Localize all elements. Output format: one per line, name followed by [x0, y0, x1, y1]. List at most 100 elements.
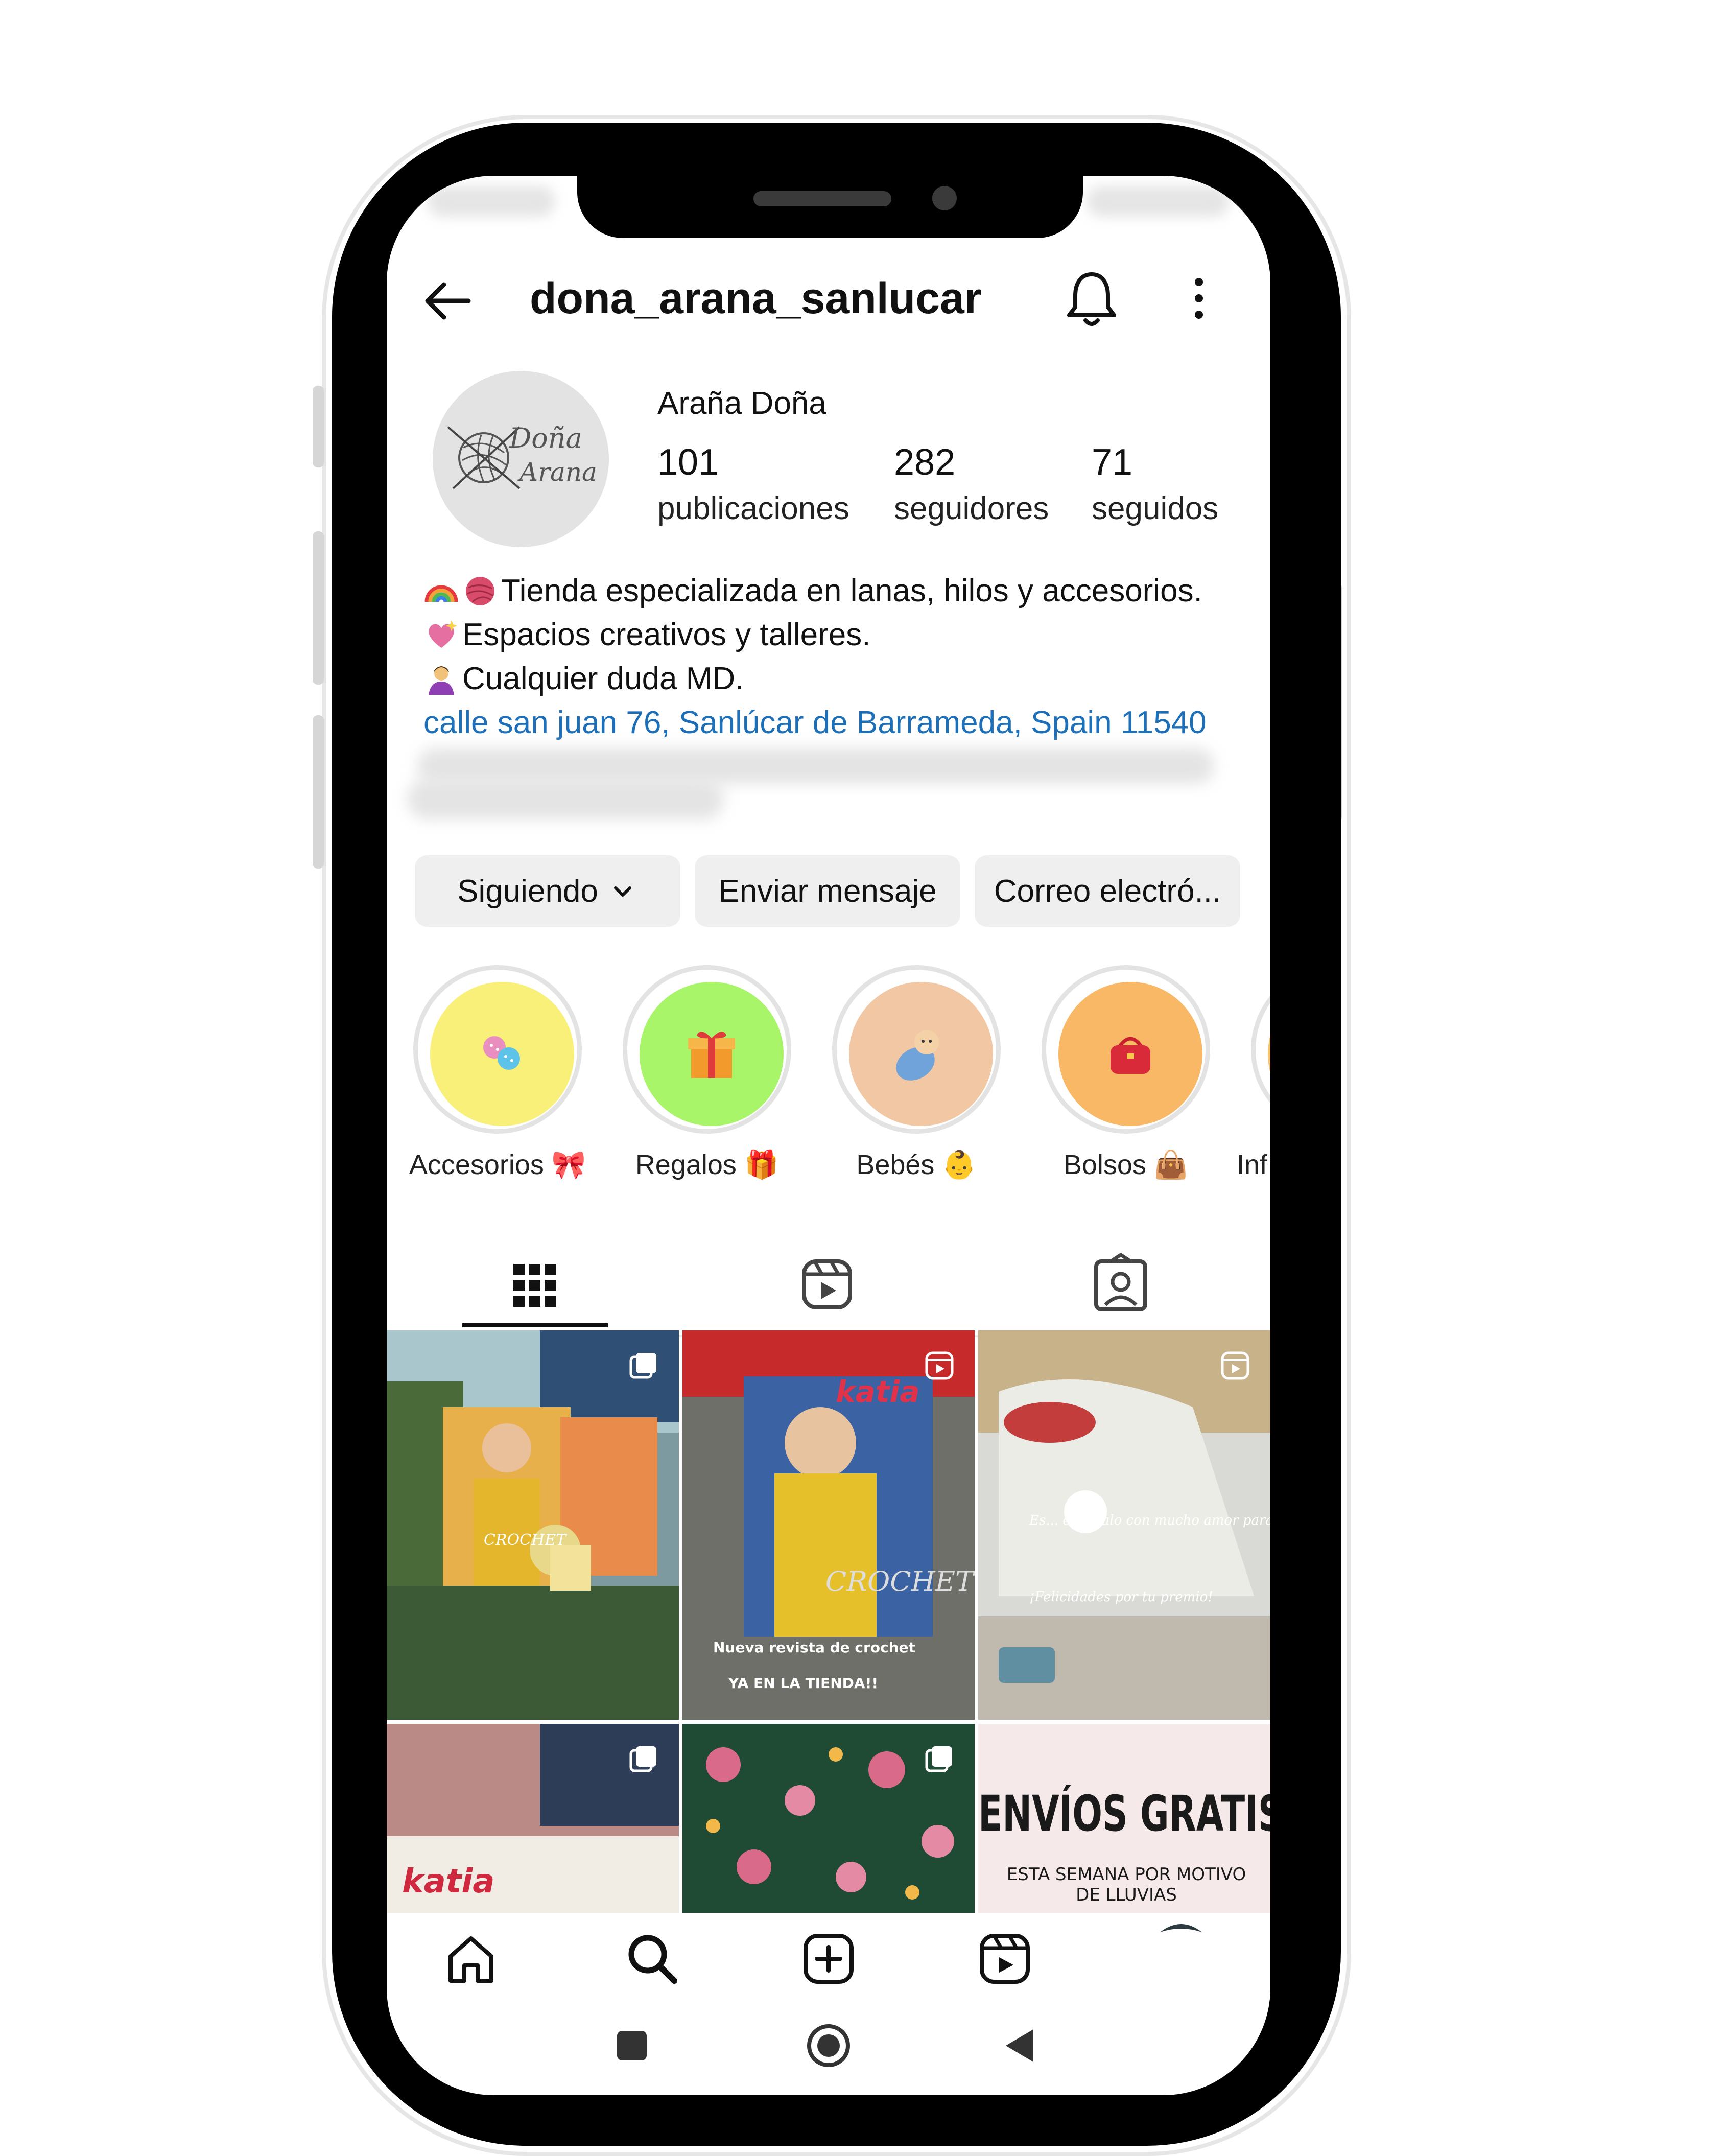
- bell-icon: [1067, 272, 1116, 326]
- username-title: dona_arana_sanlucar: [530, 274, 982, 323]
- highlight-ring: [832, 965, 1001, 1134]
- tab-reels[interactable]: [754, 1233, 900, 1335]
- status-bar-left: [428, 186, 555, 217]
- home-icon[interactable]: [443, 1931, 499, 1987]
- yarn-icon: [466, 577, 494, 605]
- side-button-volume-up: [313, 531, 324, 685]
- post-1-image: CROCHET: [387, 1330, 679, 1720]
- bottom-navigation: [387, 1913, 1270, 2000]
- bio-line-2: Espacios creativos y talleres.: [423, 613, 1251, 657]
- rainbow-icon: [424, 585, 458, 602]
- stat-following-label: seguidos: [1092, 491, 1219, 526]
- reel-icon: [925, 1351, 954, 1380]
- speaker: [753, 191, 891, 206]
- avatar-text-1: Doña: [509, 422, 582, 454]
- chevron-down-icon: [613, 886, 631, 897]
- bio: Tienda especializada en lanas, hilos y a…: [423, 569, 1251, 745]
- back-arrow-icon: [425, 282, 471, 320]
- system-navigation-bar: [387, 2010, 1270, 2081]
- phone-screen: dona_arana_sanlucar Doña Arana Araña Doñ…: [387, 176, 1270, 2095]
- profile-avatar-icon[interactable]: [1153, 1918, 1209, 1974]
- back-triangle-icon[interactable]: [1000, 2025, 1041, 2066]
- create-post-icon[interactable]: [800, 1931, 857, 1987]
- post-3-text-1: Es... el regalo con mucho amor para Mari…: [1029, 1513, 1270, 1528]
- post-2-brand: katia: [836, 1374, 919, 1409]
- highlight-label: Accesorios 🎀: [409, 1150, 586, 1180]
- post-6-text-1: ENVÍOS GRATIS: [978, 1785, 1270, 1842]
- bio-text-3: Cualquier duda MD.: [462, 661, 744, 696]
- highlight-ring: [1251, 965, 1270, 1134]
- post-4[interactable]: katia: [387, 1724, 679, 1913]
- following-button-label: Siguiendo: [457, 873, 598, 909]
- more-options-button[interactable]: [1184, 268, 1214, 329]
- profile-tabs: [387, 1233, 1270, 1337]
- highlight-cover: [430, 982, 574, 1126]
- handbag-icon: [1111, 1037, 1150, 1074]
- stat-posts-value: 101: [657, 442, 719, 483]
- bio-text-2: Espacios creativos y talleres.: [462, 617, 871, 652]
- highlight-label: Bolsos 👜: [1063, 1150, 1189, 1180]
- carousel-icon: [629, 1353, 656, 1379]
- search-icon[interactable]: [624, 1931, 680, 1987]
- back-button[interactable]: [417, 270, 479, 332]
- reel-icon: [1221, 1351, 1249, 1380]
- post-1[interactable]: CROCHET: [387, 1330, 679, 1720]
- tab-tagged[interactable]: [1048, 1233, 1194, 1335]
- grid-icon: [513, 1264, 556, 1307]
- address-link[interactable]: calle san juan 76, Sanlúcar de Barrameda…: [423, 701, 1251, 745]
- highlight-label: Regalos 🎁: [635, 1150, 779, 1180]
- following-button[interactable]: Siguiendo: [415, 855, 680, 927]
- gift-icon: [688, 1032, 735, 1078]
- highlight-cover: [1058, 982, 1202, 1126]
- side-button-mute: [313, 386, 324, 467]
- more-vertical-icon: [1195, 278, 1203, 319]
- home-circle-icon[interactable]: [806, 2023, 852, 2069]
- post-1-text: CROCHET: [484, 1531, 567, 1549]
- status-bar-right: [1087, 186, 1230, 217]
- carousel-icon: [925, 1746, 952, 1772]
- post-2[interactable]: katia CROCHET Nueva revista de crochet Y…: [682, 1330, 975, 1720]
- notch: [577, 176, 1083, 238]
- avatar[interactable]: Doña Arana: [433, 371, 609, 547]
- post-3-text-2: ¡Felicidades por tu premio!: [1029, 1589, 1213, 1605]
- buttons-icon: [483, 1036, 520, 1070]
- email-button[interactable]: Correo electró...: [975, 855, 1240, 927]
- carousel-icon: [629, 1746, 656, 1772]
- highlight-ring: [623, 965, 791, 1134]
- post-2-text-2: Nueva revista de crochet: [713, 1639, 915, 1656]
- stat-following-value: 71: [1092, 442, 1133, 483]
- stat-posts[interactable]: 101 publicaciones: [657, 441, 849, 527]
- stat-posts-label: publicaciones: [657, 491, 849, 526]
- highlight-cover: [849, 982, 993, 1126]
- post-6-text-2: ESTA SEMANA POR MOTIVO DE LLUVIAS: [1006, 1864, 1246, 1905]
- stat-followers[interactable]: 282 seguidores: [894, 441, 1049, 527]
- yarn-ball-logo-icon: Doña Arana: [447, 422, 597, 489]
- display-name: Araña Doña: [657, 386, 826, 421]
- stat-following[interactable]: 71 seguidos: [1092, 441, 1218, 527]
- active-tab-indicator: [462, 1323, 608, 1327]
- avatar-text-2: Arana: [517, 457, 597, 487]
- send-message-button[interactable]: Enviar mensaje: [695, 855, 960, 927]
- post-2-text-1: CROCHET: [825, 1565, 975, 1598]
- redacted-link-2: [407, 779, 724, 819]
- highlight-ring: [1042, 965, 1210, 1134]
- highlight-ring: [413, 965, 582, 1134]
- email-button-label: Correo electró...: [994, 873, 1221, 909]
- post-3-image: Es... el regalo con mucho amor para Mari…: [978, 1330, 1270, 1720]
- reels-icon: [802, 1259, 852, 1309]
- recent-apps-icon[interactable]: [614, 2028, 650, 2064]
- person-shrugging-icon: [429, 666, 454, 695]
- stat-followers-value: 282: [894, 442, 956, 483]
- post-6[interactable]: ENVÍOS GRATIS ESTA SEMANA POR MOTIVO DE …: [978, 1724, 1270, 1913]
- tagged-icon: [1094, 1252, 1147, 1311]
- sparkling-heart-icon: [429, 620, 457, 648]
- post-5[interactable]: [682, 1724, 975, 1913]
- bio-line-1: Tienda especializada en lanas, hilos y a…: [423, 569, 1251, 613]
- highlight-cover: [1268, 982, 1270, 1126]
- tab-grid[interactable]: [462, 1233, 608, 1335]
- post-3[interactable]: Es... el regalo con mucho amor para Mari…: [978, 1330, 1270, 1720]
- notifications-button[interactable]: [1061, 265, 1122, 332]
- send-message-label: Enviar mensaje: [718, 873, 937, 909]
- camera: [932, 186, 957, 210]
- reels-nav-icon[interactable]: [977, 1931, 1033, 1987]
